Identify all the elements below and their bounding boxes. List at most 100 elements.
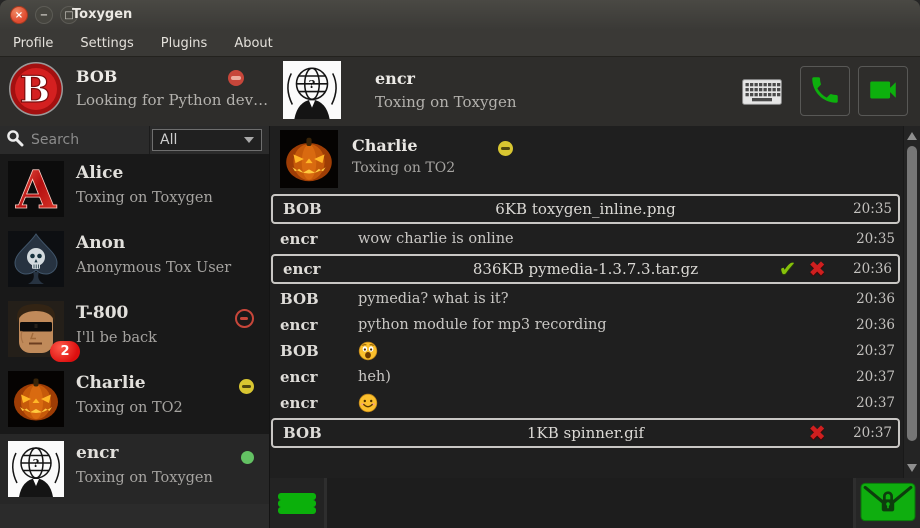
status-busy-icon (228, 70, 244, 86)
search-icon (6, 129, 24, 151)
svg-text:?: ? (33, 457, 39, 470)
scrollbar-thumb[interactable] (907, 146, 917, 441)
search-row: All (0, 126, 269, 154)
contact-status-message: Toxing on TO2 (76, 400, 183, 416)
file-transfer-controls: 20:35 (838, 201, 898, 217)
scroll-up-icon[interactable] (907, 132, 917, 140)
status-busy-ring-icon (235, 309, 254, 328)
videocam-icon (866, 73, 900, 110)
contact-name: Charlie (76, 373, 146, 393)
cancel-transfer-icon[interactable]: ✖ (808, 423, 826, 444)
emoji-message (358, 341, 841, 361)
menu-item-about[interactable]: About (234, 36, 272, 51)
contact-item-encr[interactable]: ? encr Toxing on Toxygen (0, 434, 269, 504)
accept-transfer-icon[interactable]: ✔ (779, 259, 797, 280)
unread-count-badge: 2 (50, 341, 80, 362)
emoji-message (358, 393, 841, 413)
message-author: encr (270, 316, 358, 334)
message-text: heh) (358, 369, 841, 385)
contact-status-message: I'll be back (76, 330, 157, 346)
cancel-transfer-icon[interactable]: ✖ (808, 259, 826, 280)
spade-skull-avatar (8, 231, 64, 287)
message-time: 20:36 (841, 317, 901, 333)
file-transfer-row[interactable]: encr836KB pymedia-1.3.7.3.tar.gz✔✖20:36 (271, 254, 900, 284)
contact-status-message: Anonymous Tox User (76, 260, 231, 276)
status-away-icon (498, 141, 513, 156)
jack-o-lantern-avatar (8, 371, 64, 427)
menu-item-profile[interactable]: Profile (13, 36, 53, 51)
menu-item-plugins[interactable]: Plugins (161, 36, 208, 51)
message-list: BOB6KB toxygen_inline.png20:35encrwow ch… (270, 192, 903, 478)
message-row: BOB20:37 (270, 338, 901, 364)
active-chat-status-message: Toxing on Toxygen (375, 93, 517, 111)
letter-a-red-avatar: A (8, 161, 64, 217)
active-chat-avatar: ? (283, 58, 341, 122)
hamburger-menu-icon (278, 493, 318, 514)
contact-item-alice[interactable]: AAliceToxing on Toxygen (0, 154, 269, 224)
menu-item-settings[interactable]: Settings (80, 36, 133, 51)
file-transfer-label: 6KB toxygen_inline.png (273, 200, 898, 218)
chat-peer-header[interactable]: Charlie Toxing on TO2 (270, 126, 903, 190)
contact-name: Anon (76, 233, 125, 253)
window-controls: × − □ (10, 6, 78, 24)
minimize-icon[interactable]: − (35, 6, 53, 24)
search-box[interactable] (0, 126, 150, 154)
message-time: 20:36 (838, 261, 898, 277)
contact-name: encr (76, 443, 118, 463)
chat-peer-avatar (280, 130, 338, 188)
chat-peer-status-icon (498, 141, 513, 160)
svg-text:B: B (20, 69, 50, 111)
close-icon[interactable]: × (10, 6, 28, 24)
message-text: python module for mp3 recording (358, 317, 841, 333)
message-time: 20:36 (841, 291, 901, 307)
message-time: 20:37 (841, 369, 901, 385)
contact-status-message: Toxing on Toxygen (76, 470, 213, 486)
file-transfer-label: 1KB spinner.gif (273, 424, 898, 442)
search-input[interactable] (29, 131, 149, 149)
self-name: BOB (76, 67, 117, 86)
composer-menu-button[interactable] (270, 478, 324, 528)
self-status-message: Looking for Python dev… (76, 91, 268, 109)
contacts-sidebar: All AAliceToxing on Toxygen Anon Anonymous… (0, 126, 270, 528)
contact-item-t-800[interactable]: T-800 I'll be back2 (0, 294, 269, 364)
file-transfer-row[interactable]: BOB6KB toxygen_inline.png20:35 (271, 194, 900, 224)
title-bar: × − □ Toxygen (0, 0, 920, 31)
smiling-face-icon (358, 393, 378, 413)
menu-bar: Profile Settings Plugins About (0, 30, 920, 57)
message-time: 20:37 (841, 395, 901, 411)
message-input[interactable] (327, 478, 853, 528)
profile-strip: B BOB Looking for Python dev… ? encr Tox… (0, 57, 920, 126)
chat-peer-name: Charlie (352, 136, 418, 155)
contact-state-wrap (241, 449, 254, 468)
contact-filter-dropdown[interactable]: All (152, 129, 262, 151)
message-row: BOBpymedia? what is it?20:36 (270, 286, 901, 312)
message-time: 20:37 (838, 425, 898, 441)
screen-keyboard-button[interactable] (741, 79, 783, 107)
message-text: pymedia? what is it? (358, 291, 841, 307)
chat-area: Charlie Toxing on TO2 BOB6KB toxygen_inl… (270, 126, 920, 478)
anonymous-mask-avatar: ? (8, 441, 64, 497)
file-transfer-row[interactable]: BOB1KB spinner.gif✖20:37 (271, 418, 900, 448)
svg-text:?: ? (309, 77, 316, 91)
contact-item-charlie[interactable]: Charlie Toxing on TO2 (0, 364, 269, 434)
scroll-down-icon[interactable] (907, 464, 917, 472)
message-time: 20:35 (838, 201, 898, 217)
self-avatar[interactable]: B (8, 61, 64, 117)
message-row: encr20:37 (270, 390, 901, 416)
contact-status-message: Toxing on Toxygen (76, 190, 213, 206)
audio-call-button[interactable] (800, 66, 850, 116)
fearful-face-icon (358, 341, 378, 361)
self-status-icon[interactable] (228, 70, 244, 90)
contact-item-anon[interactable]: Anon Anonymous Tox User (0, 224, 269, 294)
contact-name: T-800 (76, 303, 128, 323)
toxygen-window: × − □ Toxygen Profile Settings Plugins Abou… (0, 0, 920, 528)
message-author: BOB (270, 342, 358, 360)
chat-scrollbar[interactable] (903, 126, 920, 478)
message-row: encrpython module for mp3 recording20:36 (270, 312, 901, 338)
send-encrypted-button[interactable] (856, 478, 920, 528)
contact-state-wrap (239, 379, 254, 398)
file-transfer-controls: ✔ ✖ 20:36 (779, 259, 898, 280)
video-call-button[interactable] (858, 66, 908, 116)
chat-peer-status-message: Toxing on TO2 (352, 160, 455, 176)
window-title: Toxygen (72, 7, 132, 22)
